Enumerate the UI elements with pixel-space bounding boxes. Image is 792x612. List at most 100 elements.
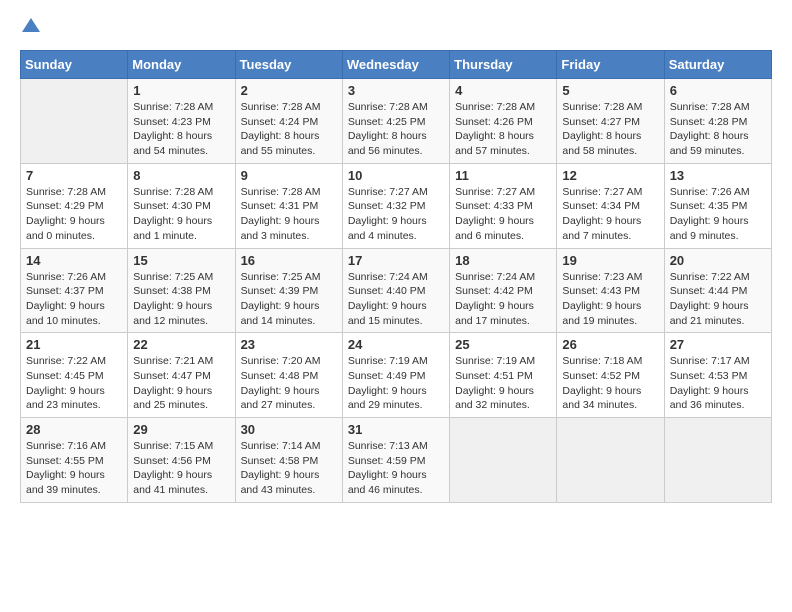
day-number: 23 [241,337,337,352]
day-number: 16 [241,253,337,268]
calendar-day-cell [450,418,557,503]
day-number: 1 [133,83,229,98]
calendar-day-cell: 25 Sunrise: 7:19 AM Sunset: 4:51 PM Dayli… [450,333,557,418]
calendar-week-row: 1 Sunrise: 7:28 AM Sunset: 4:23 PM Daylig… [21,79,772,164]
day-info: Sunrise: 7:28 AM Sunset: 4:29 PM Dayligh… [26,185,122,244]
calendar-day-cell: 31 Sunrise: 7:13 AM Sunset: 4:59 PM Dayli… [342,418,449,503]
day-number: 27 [670,337,766,352]
day-of-week-header: Sunday [21,51,128,79]
calendar-week-row: 21Sunrise: 7:22 AM Sunset: 4:45 PM Dayli… [21,333,772,418]
day-info: Sunrise: 7:19 AM Sunset: 4:51 PM Dayligh… [455,354,551,413]
day-number: 8 [133,168,229,183]
day-info: Sunrise: 7:17 AM Sunset: 4:53 PM Dayligh… [670,354,766,413]
day-number: 7 [26,168,122,183]
day-number: 3 [348,83,444,98]
calendar-day-cell: 20 Sunrise: 7:22 AM Sunset: 4:44 PM Dayli… [664,248,771,333]
day-number: 13 [670,168,766,183]
day-number: 12 [562,168,658,183]
calendar-day-cell: 9 Sunrise: 7:28 AM Sunset: 4:31 PM Daylig… [235,163,342,248]
day-number: 10 [348,168,444,183]
calendar-day-cell: 24 Sunrise: 7:19 AM Sunset: 4:49 PM Dayli… [342,333,449,418]
day-number: 18 [455,253,551,268]
calendar-day-cell: 19 Sunrise: 7:23 AM Sunset: 4:43 PM Dayli… [557,248,664,333]
day-info: Sunrise: 7:26 AM Sunset: 4:37 PM Dayligh… [26,270,122,329]
calendar-week-row: 7 Sunrise: 7:28 AM Sunset: 4:29 PM Daylig… [21,163,772,248]
page-header [20,20,772,34]
calendar-day-cell: 12 Sunrise: 7:27 AM Sunset: 4:34 PM Dayli… [557,163,664,248]
day-number: 21 [26,337,122,352]
day-number: 22 [133,337,229,352]
day-number: 19 [562,253,658,268]
calendar-day-cell: 11 Sunrise: 7:27 AM Sunset: 4:33 PM Dayli… [450,163,557,248]
day-number: 15 [133,253,229,268]
day-info: Sunrise: 7:16 AM Sunset: 4:55 PM Dayligh… [26,439,122,498]
day-info: Sunrise: 7:28 AM Sunset: 4:23 PM Dayligh… [133,100,229,159]
calendar-day-cell: 26Sunrise: 7:18 AM Sunset: 4:52 PM Dayli… [557,333,664,418]
calendar-table: SundayMondayTuesdayWednesdayThursdayFrid… [20,50,772,503]
calendar-week-row: 14Sunrise: 7:26 AM Sunset: 4:37 PM Dayli… [21,248,772,333]
day-info: Sunrise: 7:21 AM Sunset: 4:47 PM Dayligh… [133,354,229,413]
day-number: 24 [348,337,444,352]
day-of-week-header: Monday [128,51,235,79]
calendar-day-cell [557,418,664,503]
day-info: Sunrise: 7:25 AM Sunset: 4:38 PM Dayligh… [133,270,229,329]
calendar-week-row: 28Sunrise: 7:16 AM Sunset: 4:55 PM Dayli… [21,418,772,503]
calendar-day-cell: 22 Sunrise: 7:21 AM Sunset: 4:47 PM Dayli… [128,333,235,418]
day-info: Sunrise: 7:28 AM Sunset: 4:28 PM Dayligh… [670,100,766,159]
calendar-day-cell: 17Sunrise: 7:24 AM Sunset: 4:40 PM Dayli… [342,248,449,333]
calendar-day-cell: 14Sunrise: 7:26 AM Sunset: 4:37 PM Dayli… [21,248,128,333]
logo [20,20,40,34]
day-number: 4 [455,83,551,98]
day-number: 2 [241,83,337,98]
day-info: Sunrise: 7:28 AM Sunset: 4:24 PM Dayligh… [241,100,337,159]
calendar-day-cell: 18 Sunrise: 7:24 AM Sunset: 4:42 PM Dayli… [450,248,557,333]
calendar-header-row: SundayMondayTuesdayWednesdayThursdayFrid… [21,51,772,79]
calendar-day-cell: 30 Sunrise: 7:14 AM Sunset: 4:58 PM Dayli… [235,418,342,503]
day-info: Sunrise: 7:27 AM Sunset: 4:34 PM Dayligh… [562,185,658,244]
day-number: 25 [455,337,551,352]
day-info: Sunrise: 7:28 AM Sunset: 4:30 PM Dayligh… [133,185,229,244]
day-info: Sunrise: 7:28 AM Sunset: 4:31 PM Dayligh… [241,185,337,244]
calendar-day-cell: 13 Sunrise: 7:26 AM Sunset: 4:35 PM Dayli… [664,163,771,248]
day-info: Sunrise: 7:28 AM Sunset: 4:25 PM Dayligh… [348,100,444,159]
day-number: 20 [670,253,766,268]
day-info: Sunrise: 7:26 AM Sunset: 4:35 PM Dayligh… [670,185,766,244]
day-number: 31 [348,422,444,437]
calendar-day-cell: 8 Sunrise: 7:28 AM Sunset: 4:30 PM Daylig… [128,163,235,248]
day-info: Sunrise: 7:18 AM Sunset: 4:52 PM Dayligh… [562,354,658,413]
day-info: Sunrise: 7:13 AM Sunset: 4:59 PM Dayligh… [348,439,444,498]
calendar-day-cell: 3 Sunrise: 7:28 AM Sunset: 4:25 PM Daylig… [342,79,449,164]
calendar-day-cell: 5Sunrise: 7:28 AM Sunset: 4:27 PM Daylig… [557,79,664,164]
calendar-day-cell: 28Sunrise: 7:16 AM Sunset: 4:55 PM Dayli… [21,418,128,503]
day-info: Sunrise: 7:25 AM Sunset: 4:39 PM Dayligh… [241,270,337,329]
day-of-week-header: Tuesday [235,51,342,79]
day-number: 17 [348,253,444,268]
day-number: 30 [241,422,337,437]
day-info: Sunrise: 7:20 AM Sunset: 4:48 PM Dayligh… [241,354,337,413]
calendar-day-cell: 27 Sunrise: 7:17 AM Sunset: 4:53 PM Dayli… [664,333,771,418]
day-number: 6 [670,83,766,98]
day-info: Sunrise: 7:28 AM Sunset: 4:26 PM Dayligh… [455,100,551,159]
day-info: Sunrise: 7:22 AM Sunset: 4:44 PM Dayligh… [670,270,766,329]
day-of-week-header: Thursday [450,51,557,79]
calendar-day-cell: 1 Sunrise: 7:28 AM Sunset: 4:23 PM Daylig… [128,79,235,164]
calendar-day-cell: 6 Sunrise: 7:28 AM Sunset: 4:28 PM Daylig… [664,79,771,164]
day-number: 9 [241,168,337,183]
day-info: Sunrise: 7:23 AM Sunset: 4:43 PM Dayligh… [562,270,658,329]
calendar-day-cell: 2 Sunrise: 7:28 AM Sunset: 4:24 PM Daylig… [235,79,342,164]
day-info: Sunrise: 7:24 AM Sunset: 4:42 PM Dayligh… [455,270,551,329]
logo-triangle-icon [22,16,40,34]
day-number: 5 [562,83,658,98]
day-of-week-header: Wednesday [342,51,449,79]
day-info: Sunrise: 7:19 AM Sunset: 4:49 PM Dayligh… [348,354,444,413]
calendar-day-cell [664,418,771,503]
calendar-day-cell: 4 Sunrise: 7:28 AM Sunset: 4:26 PM Daylig… [450,79,557,164]
day-info: Sunrise: 7:14 AM Sunset: 4:58 PM Dayligh… [241,439,337,498]
day-number: 11 [455,168,551,183]
day-info: Sunrise: 7:27 AM Sunset: 4:33 PM Dayligh… [455,185,551,244]
calendar-day-cell: 7 Sunrise: 7:28 AM Sunset: 4:29 PM Daylig… [21,163,128,248]
calendar-day-cell: 16 Sunrise: 7:25 AM Sunset: 4:39 PM Dayli… [235,248,342,333]
day-of-week-header: Friday [557,51,664,79]
calendar-day-cell: 21Sunrise: 7:22 AM Sunset: 4:45 PM Dayli… [21,333,128,418]
day-info: Sunrise: 7:15 AM Sunset: 4:56 PM Dayligh… [133,439,229,498]
